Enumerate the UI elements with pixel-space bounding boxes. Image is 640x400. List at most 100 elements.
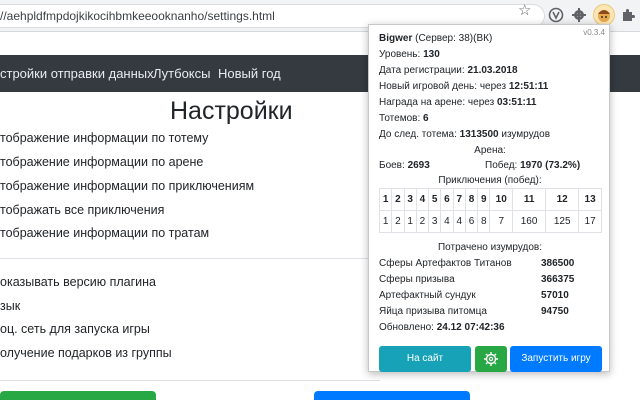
adventure-number: 12 <box>545 188 580 211</box>
spent-item-name: Яйца призыва питомца <box>379 306 487 317</box>
adventure-wins: 7 <box>489 210 514 233</box>
adventure-wins: 8 <box>477 210 491 233</box>
wins-value: 1970 (73.2%) <box>520 160 581 171</box>
next-totem-value: 1313500 <box>459 129 499 140</box>
extension-icon[interactable] <box>548 7 564 23</box>
page-title: Настройки <box>170 97 293 125</box>
adventure-wins: 160 <box>512 210 547 233</box>
adventure-number: 9 <box>477 188 491 211</box>
new-day-time: 12:51:11 <box>508 81 549 92</box>
address-url: //aehpldfmpdojkikocihbmkeeooknanho/setti… <box>0 9 275 23</box>
section-divider-bottom <box>0 380 380 381</box>
save-button-partial[interactable] <box>0 391 156 400</box>
setting-spending-info[interactable]: тображение информации по тратам <box>0 226 209 240</box>
player-server: (Сервер: 38)(ВК) <box>415 33 493 44</box>
setting-totem-info[interactable]: тображение информации по тотему <box>0 131 208 145</box>
adventure-number: 3 <box>403 188 417 211</box>
puzzle-icon[interactable] <box>620 7 636 23</box>
nav-item-lootboxes[interactable]: Лутбоксы <box>153 66 210 81</box>
updated-label: Обновлено: <box>379 322 434 333</box>
next-totem-line: До след. тотема: 1313500 изумрудов <box>379 129 550 140</box>
adventure-wins: 4 <box>440 210 454 233</box>
spent-item-value: 366375 <box>541 274 575 285</box>
adventure-number: 11 <box>512 188 547 211</box>
adventure-wins: 17 <box>578 210 602 233</box>
spent-row: Артефактный сундук 57010 <box>379 290 601 304</box>
adventures-number-row: 1 2 3 4 5 6 7 8 9 10 11 12 13 <box>378 188 602 211</box>
popup-settings-button[interactable] <box>475 346 507 372</box>
adventure-number: 6 <box>440 188 454 211</box>
adventure-number: 4 <box>415 188 430 211</box>
spent-item-value: 57010 <box>541 290 569 301</box>
star-outline-icon[interactable]: ☆ <box>518 3 531 19</box>
setting-arena-info[interactable]: тображение информации по арене <box>0 155 203 169</box>
new-day-label: Новый игровой день: через <box>379 81 507 92</box>
section-divider <box>0 258 380 259</box>
version-label: v0.3.4 <box>583 28 605 37</box>
spent-item-name: Артефактный сундук <box>379 290 476 301</box>
setting-language[interactable]: зык <box>0 299 20 313</box>
battles-value: 2693 <box>407 160 430 171</box>
new-day-line: Новый игровой день: через 12:51:11 <box>379 81 548 92</box>
spent-row: Сферы Артефактов Титанов 386500 <box>379 258 601 272</box>
reg-date-line: Дата регистрации: 21.03.2018 <box>379 65 518 76</box>
setting-show-version[interactable]: оказывать версию плагина <box>0 275 156 289</box>
setting-show-all-adventures[interactable]: тображать все приключения <box>0 203 164 217</box>
avatar-face-icon <box>598 10 610 22</box>
reg-date-value: 21.03.2018 <box>467 65 518 76</box>
adventure-number: 10 <box>489 188 514 211</box>
nav-item-new-year[interactable]: Новый год <box>218 66 281 81</box>
setting-adventure-info[interactable]: тображение информации по приключениям <box>0 179 254 193</box>
adventure-wins: 2 <box>415 210 430 233</box>
adventure-wins: 4 <box>452 210 466 233</box>
totems-value: 6 <box>423 113 429 124</box>
spent-header: Потрачено изумрудов: <box>437 242 543 253</box>
next-totem-label: До след. тотема: <box>379 129 457 140</box>
launch-game-button[interactable]: Запустить игру <box>510 346 602 372</box>
gear-icon[interactable] <box>571 7 587 23</box>
adventure-number: 13 <box>578 188 602 211</box>
wins-label: Побед: <box>485 160 518 171</box>
player-name: Bigwer <box>379 33 413 44</box>
spent-row: Яйца призыва питомца 94750 <box>379 306 601 320</box>
adventures-header: Приключения (побед): <box>438 175 542 186</box>
level-label: Уровень: <box>379 49 421 60</box>
adventure-number: 7 <box>452 188 466 211</box>
extension-popup: v0.3.4 Bigwer (Сервер: 38)(ВК) Уровень: … <box>368 24 610 372</box>
adventures-table: 1 2 3 4 5 6 7 8 9 10 11 12 13 1 2 1 2 3 … <box>378 188 602 233</box>
spent-item-value: 386500 <box>541 258 575 269</box>
updated-value: 24.12 07:42:36 <box>436 322 505 333</box>
adventure-number: 1 <box>378 188 393 211</box>
nav-item-data-sending-settings[interactable]: стройки отправки данных <box>0 66 154 81</box>
level-value: 130 <box>423 49 440 60</box>
adventure-wins: 1 <box>403 210 417 233</box>
updated-line: Обновлено: 24.12 07:42:36 <box>379 322 505 333</box>
adventure-number: 5 <box>428 188 442 211</box>
arena-header: Арена: <box>474 145 506 156</box>
adventure-wins: 3 <box>428 210 442 233</box>
totems-line: Тотемов: 6 <box>379 113 429 124</box>
adventure-wins: 6 <box>464 210 479 233</box>
totems-label: Тотемов: <box>379 113 421 124</box>
adventure-number: 2 <box>391 188 405 211</box>
adventures-wins-row: 1 2 1 2 3 4 4 6 8 7 160 125 17 <box>378 210 602 233</box>
battles-line: Боев: 2693 <box>379 160 430 171</box>
spent-item-name: Сферы призыва <box>379 274 455 285</box>
secondary-button-partial[interactable] <box>314 391 470 400</box>
adventure-wins: 2 <box>391 210 405 233</box>
level-line: Уровень: 130 <box>379 49 440 60</box>
spent-item-value: 94750 <box>541 306 569 317</box>
setting-social-network[interactable]: оц. сеть для запуска игры <box>0 322 150 336</box>
to-site-button[interactable]: На сайт <box>379 346 471 372</box>
arena-reward-time: 03:51:11 <box>496 97 537 108</box>
game-avatar-icon[interactable] <box>593 4 615 26</box>
spent-row: Сферы призыва 366375 <box>379 274 601 288</box>
arena-reward-label: Награда на арене: через <box>379 97 495 108</box>
player-info-line: Bigwer (Сервер: 38)(ВК) <box>379 33 492 44</box>
setting-group-gifts[interactable]: олучение подарков из группы <box>0 346 172 360</box>
reg-date-label: Дата регистрации: <box>379 65 465 76</box>
adventure-wins: 1 <box>378 210 393 233</box>
adventure-number: 8 <box>464 188 479 211</box>
arena-reward-line: Награда на арене: через 03:51:11 <box>379 97 536 108</box>
adventure-wins: 125 <box>545 210 580 233</box>
